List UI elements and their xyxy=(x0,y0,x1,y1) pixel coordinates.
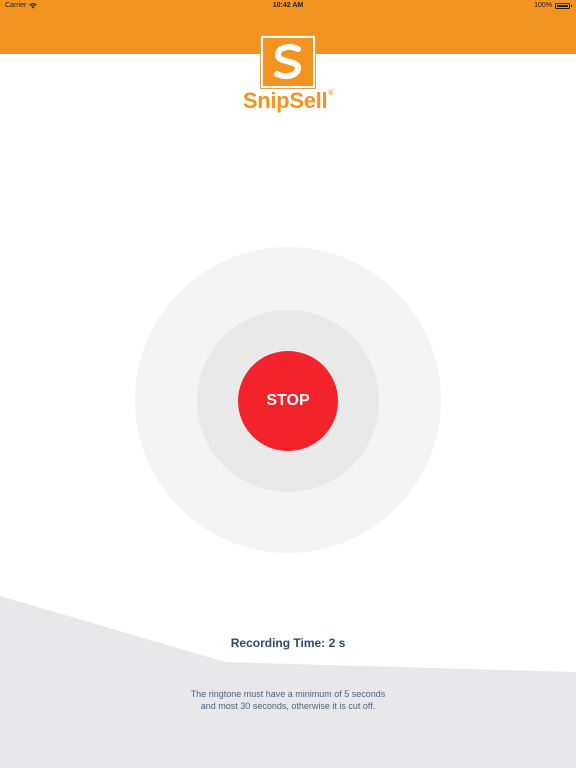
recording-time-value: 2 s xyxy=(328,636,346,650)
brand-wordmark: SnipSell® xyxy=(0,88,576,114)
recording-time-label: Recording Time: xyxy=(230,636,326,650)
status-bar: Carrier 10:42 AM 100% xyxy=(0,0,576,12)
status-time: 10:42 AM xyxy=(272,2,304,9)
battery-percentage: 100% xyxy=(534,2,552,9)
ringtone-length-note: The ringtone must have a minimum of 5 se… xyxy=(0,688,576,712)
note-line-2: and most 30 seconds, otherwise it is cut… xyxy=(200,701,376,711)
note-line-1: The ringtone must have a minimum of 5 se… xyxy=(190,689,386,699)
recording-time: Recording Time: 2 s xyxy=(0,636,576,650)
brand-name: SnipSell xyxy=(242,88,328,113)
snipsell-logo-icon xyxy=(261,36,315,88)
battery-indicator: 100% xyxy=(534,2,572,9)
stop-recording-button[interactable]: STOP xyxy=(238,351,338,451)
battery-icon xyxy=(555,2,572,9)
trademark-symbol: ® xyxy=(328,90,334,97)
bottom-wave-background xyxy=(0,596,576,768)
